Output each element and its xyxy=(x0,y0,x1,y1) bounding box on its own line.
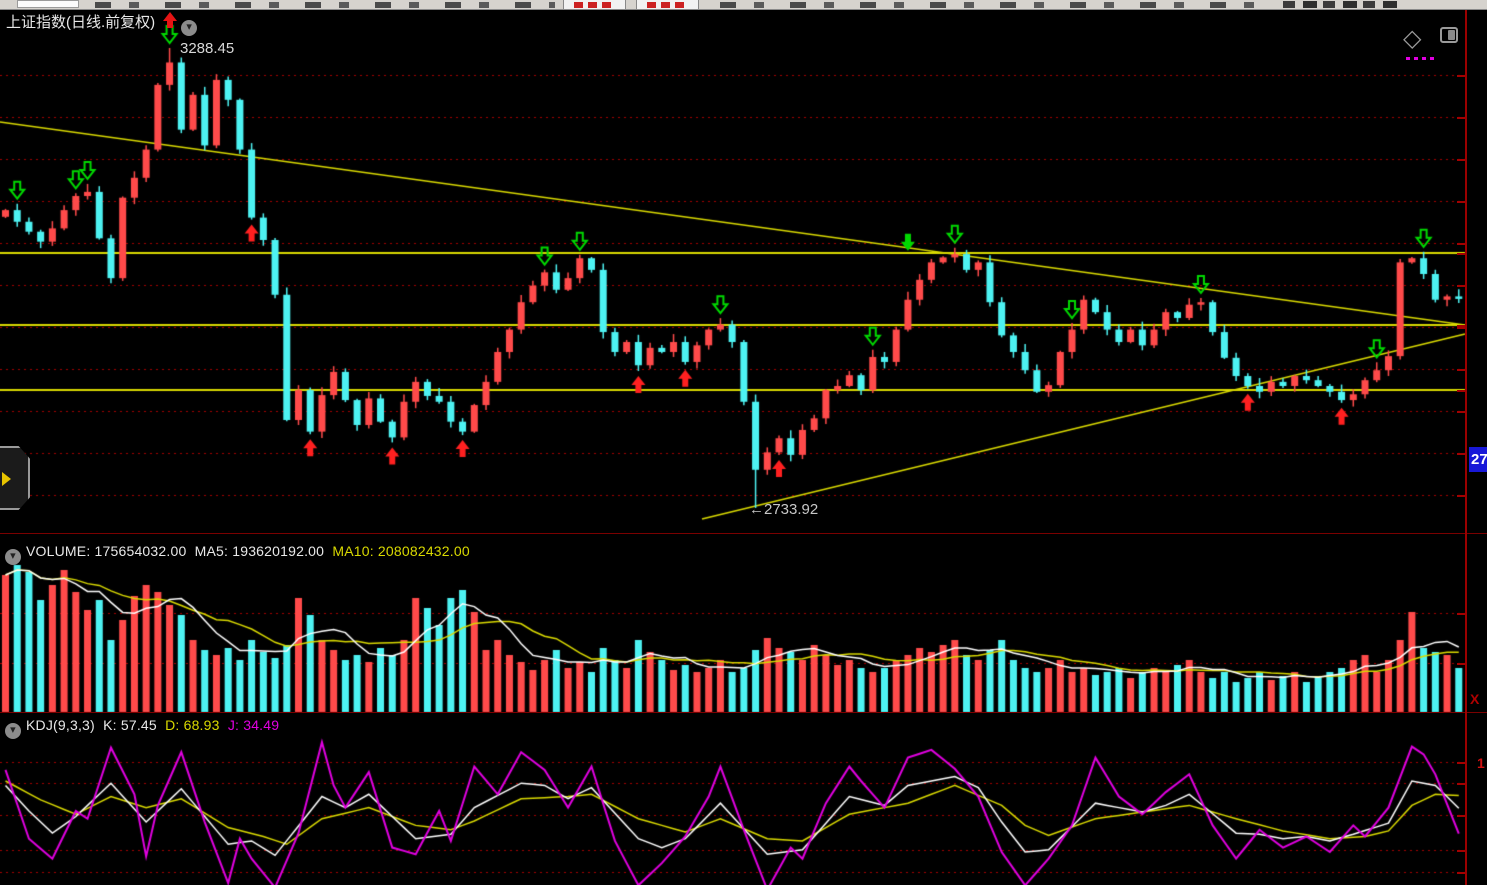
volume-header: ▾VOLUME: 175654032.00 MA5: 193620192.00 … xyxy=(5,543,470,565)
j-value: 34.49 xyxy=(243,717,279,733)
peak-price-label: 3288.45 xyxy=(180,40,234,57)
axis-tick xyxy=(1457,453,1465,455)
axis-tick xyxy=(1457,411,1465,413)
axis-tick xyxy=(1457,872,1465,874)
magenta-dot xyxy=(1430,57,1434,60)
axis-tick xyxy=(1457,327,1465,329)
side-panel-handle[interactable] xyxy=(0,446,30,510)
panel-divider[interactable] xyxy=(0,712,1487,713)
axis-tick xyxy=(1457,285,1465,287)
toolbar-menu-fragment-2[interactable] xyxy=(720,2,1260,8)
trading-terminal: { "main_panel": { "title": "上证指数(日线.前复权)… xyxy=(0,0,1487,885)
trend-up-arrow-icon xyxy=(163,12,177,29)
toolbar-button-2[interactable] xyxy=(636,0,699,9)
d-value: 68.93 xyxy=(184,717,220,733)
collapse-volume-chevron-icon[interactable]: ▾ xyxy=(5,549,21,565)
split-pane-icon[interactable] xyxy=(1440,27,1458,43)
magenta-dot xyxy=(1422,57,1426,60)
j-label: J: xyxy=(228,717,239,733)
d-label: D: xyxy=(165,717,179,733)
kdj-chart-canvas[interactable] xyxy=(0,714,1467,885)
k-value: 57.45 xyxy=(121,717,157,733)
magenta-dot xyxy=(1406,57,1410,60)
axis-tick xyxy=(1457,850,1465,852)
right-price-axis xyxy=(1465,10,1467,885)
chart-title: 上证指数(日线.前复权) xyxy=(6,14,155,31)
toolbar-menu-fragment[interactable] xyxy=(95,2,555,8)
axis-tick xyxy=(1457,390,1465,392)
k-label: K: xyxy=(103,717,117,733)
kdj-label: KDJ(9,3,3) xyxy=(26,717,95,733)
ma10-label: MA10: xyxy=(332,543,373,559)
axis-tick xyxy=(1457,783,1465,785)
chart-title-row: 上证指数(日线.前复权) ▾ xyxy=(6,11,202,36)
panel-divider[interactable] xyxy=(0,533,1487,534)
axis-tick xyxy=(1457,663,1465,665)
expand-triangle-icon xyxy=(2,472,11,486)
left-arrow-glyph: ← xyxy=(749,501,764,518)
diamond-icon[interactable]: ◇ xyxy=(1403,24,1421,53)
axis-tick xyxy=(1457,613,1465,615)
axis-tick xyxy=(1457,815,1465,817)
axis-tick xyxy=(1457,325,1465,327)
main-chart-canvas[interactable] xyxy=(0,10,1467,533)
ma5-label: MA5: xyxy=(195,543,228,559)
toolbar-button-1[interactable] xyxy=(563,0,626,9)
ma10-value: 208082432.00 xyxy=(378,543,470,559)
collapse-kdj-chevron-icon[interactable]: ▾ xyxy=(5,723,21,739)
toolbar-icons-fragment[interactable] xyxy=(1283,1,1403,8)
volume-label: VOLUME: xyxy=(26,543,90,559)
axis-x-label: X xyxy=(1470,691,1479,707)
axis-number-label: 1 xyxy=(1477,755,1485,771)
kdj-header: ▾ KDJ(9,3,3) K: 57.45 D: 68.93 J: 34.49 xyxy=(5,717,279,739)
axis-tick xyxy=(1457,762,1465,764)
axis-tick xyxy=(1457,75,1465,77)
axis-tick xyxy=(1457,243,1465,245)
axis-tick xyxy=(1457,201,1465,203)
axis-tick xyxy=(1457,369,1465,371)
ma5-value: 193620192.00 xyxy=(232,543,324,559)
magenta-dot xyxy=(1414,57,1418,60)
price-tag: 27 xyxy=(1469,447,1487,472)
axis-tick xyxy=(1457,117,1465,119)
collapse-main-chevron-icon[interactable]: ▾ xyxy=(181,20,197,36)
volume-value: 175654032.00 xyxy=(95,543,187,559)
axis-tick xyxy=(1457,495,1465,497)
axis-tick xyxy=(1457,159,1465,161)
axis-tick xyxy=(1457,253,1465,255)
toolbar xyxy=(0,0,1487,10)
low-price-label: ←2733.92 xyxy=(749,501,818,518)
toolbar-input-fragment[interactable] xyxy=(17,0,79,8)
